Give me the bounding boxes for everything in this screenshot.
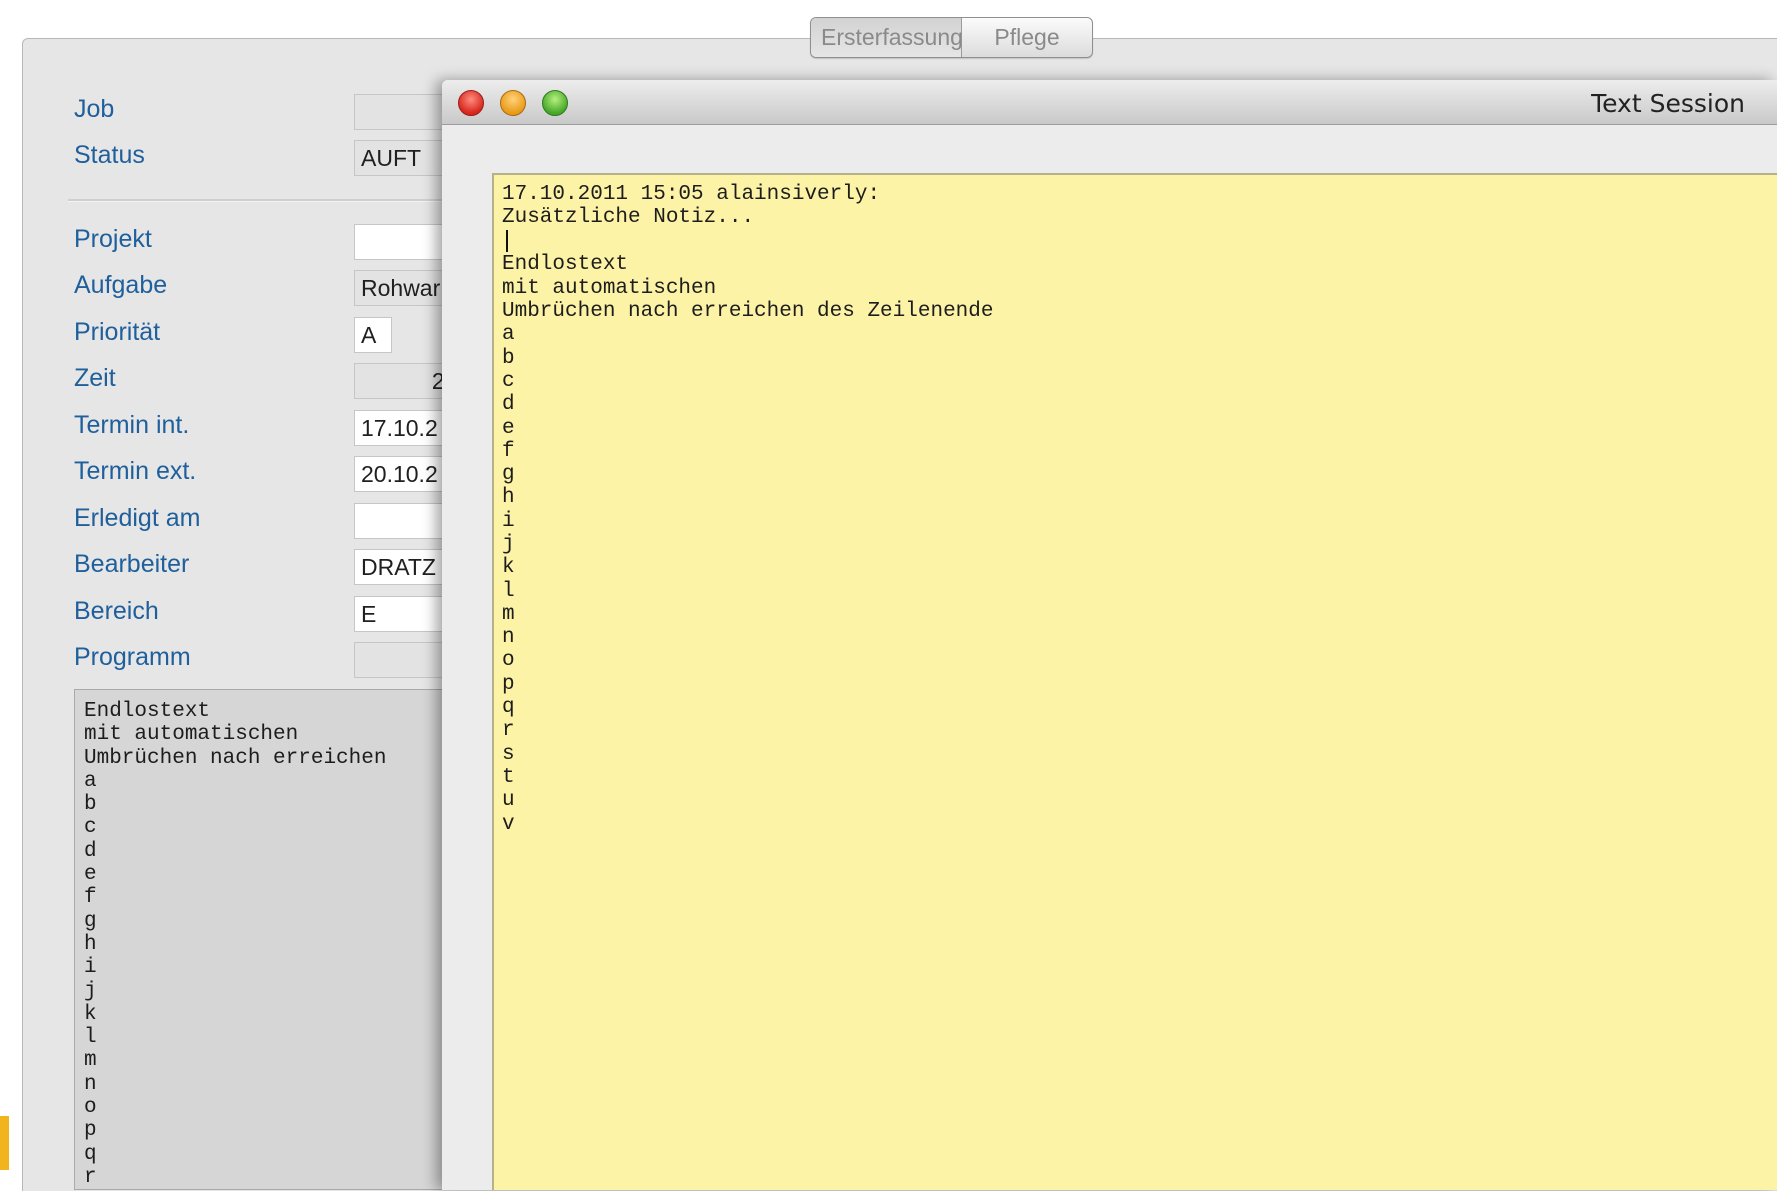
text-session-window: Text Session 17.10.2011 15:05 alainsiver…	[442, 80, 1777, 1190]
note-line: a	[502, 323, 515, 347]
projekt-field[interactable]	[354, 224, 454, 260]
note-line: g	[502, 463, 515, 487]
close-window-icon[interactable]	[458, 90, 484, 116]
termin-int-label: Termin int.	[74, 411, 190, 439]
note-line: t	[502, 765, 515, 789]
status-field[interactable]: AUFT	[354, 140, 454, 176]
memo-line: b	[84, 793, 97, 817]
memo-text: Endlostext mit automatischen Umbrüchen nac…	[75, 690, 463, 1189]
note-header-line: 17.10.2011 15:05 alainsiverly:	[502, 183, 881, 206]
note-line: j	[502, 533, 515, 556]
text-caret	[506, 229, 508, 252]
memo-line: h	[84, 932, 97, 956]
note-line: Endlostext	[502, 253, 629, 277]
memo-line: r	[84, 1165, 97, 1189]
note-line: e	[502, 416, 515, 440]
memo-line: i	[84, 956, 97, 980]
caret-line	[502, 229, 1777, 254]
note-line: f	[502, 439, 515, 463]
erledigt-am-field[interactable]	[354, 503, 454, 539]
prioritaet-label: Priorität	[74, 318, 161, 346]
note-line: n	[502, 626, 515, 650]
note-line: s	[502, 742, 515, 766]
memo-line: f	[84, 886, 97, 910]
form-separator	[68, 199, 458, 202]
projekt-label: Projekt	[74, 225, 152, 253]
programm-field[interactable]	[354, 642, 454, 678]
prioritaet-field[interactable]: A	[354, 317, 392, 353]
note-additional-line: Zusätzliche Notiz...	[502, 206, 755, 230]
tab-pflege[interactable]: Pflege	[962, 18, 1092, 57]
job-label: Job	[74, 95, 115, 123]
memo-line: j	[84, 979, 97, 1003]
memo-line: Endlostext	[84, 700, 211, 723]
memo-line: g	[84, 909, 97, 933]
memo-line: k	[84, 1002, 97, 1026]
bearbeiter-field[interactable]: DRATZ	[354, 549, 454, 585]
memo-line: a	[84, 769, 97, 793]
bereich-field[interactable]: E	[354, 596, 454, 632]
note-line: h	[502, 486, 515, 510]
orange-edge-marker	[0, 1116, 9, 1170]
window-title: Text Session	[1591, 89, 1745, 118]
memo-line: o	[84, 1096, 97, 1120]
aufgabe-label: Aufgabe	[74, 271, 168, 299]
note-line: c	[502, 369, 515, 393]
tab-segmented-control: Ersterfassung Pflege	[810, 17, 1093, 58]
note-line: k	[502, 556, 515, 580]
memo-line: Umbrüchen nach erreichen	[84, 746, 387, 770]
note-line: b	[502, 346, 515, 370]
termin-ext-label: Termin ext.	[74, 457, 197, 485]
zeit-field[interactable]: 2,	[354, 363, 454, 399]
note-line: m	[502, 602, 515, 626]
memo-line: c	[84, 816, 97, 840]
note-line: o	[502, 649, 515, 673]
title-bar[interactable]: Text Session	[442, 80, 1777, 125]
tab-ersterfassung[interactable]: Ersterfassung	[811, 18, 963, 57]
note-body: Endlostext mit automatischen Umbrüchen nac…	[502, 253, 1777, 835]
job-field[interactable]	[354, 94, 454, 130]
zoom-window-icon[interactable]	[542, 90, 568, 116]
note-line: u	[502, 789, 515, 813]
memo-line: p	[84, 1119, 97, 1143]
bearbeiter-label: Bearbeiter	[74, 550, 190, 578]
memo-line: d	[84, 839, 97, 863]
note-line: v	[502, 812, 515, 836]
memo-textarea[interactable]: Endlostext mit automatischen Umbrüchen nac…	[74, 689, 464, 1190]
termin-ext-field[interactable]: 20.10.2	[354, 456, 454, 492]
note-line: d	[502, 393, 515, 417]
programm-label: Programm	[74, 643, 191, 671]
termin-int-field[interactable]: 17.10.2	[354, 410, 454, 446]
status-label: Status	[74, 141, 145, 169]
note-line: l	[502, 579, 515, 603]
memo-line: m	[84, 1049, 97, 1073]
memo-line: mit automatischen	[84, 723, 299, 747]
minimize-window-icon[interactable]	[500, 90, 526, 116]
note-line: p	[502, 672, 515, 696]
zeit-label: Zeit	[74, 364, 116, 392]
memo-line: n	[84, 1072, 97, 1096]
memo-line: q	[84, 1142, 97, 1166]
note-line: mit automatischen	[502, 276, 717, 300]
memo-line: l	[84, 1026, 97, 1050]
note-line: i	[502, 509, 515, 533]
note-line: r	[502, 719, 515, 743]
note-line: Umbrüchen nach erreichen des Zeilenende	[502, 300, 994, 324]
bereich-label: Bereich	[74, 597, 159, 625]
erledigt-am-label: Erledigt am	[74, 504, 201, 532]
aufgabe-field[interactable]: Rohwar	[354, 270, 454, 306]
memo-line: e	[84, 863, 97, 887]
note-textarea[interactable]: 17.10.2011 15:05 alainsiverly: Zusätzlic…	[492, 173, 1777, 1190]
note-line: q	[502, 696, 515, 720]
